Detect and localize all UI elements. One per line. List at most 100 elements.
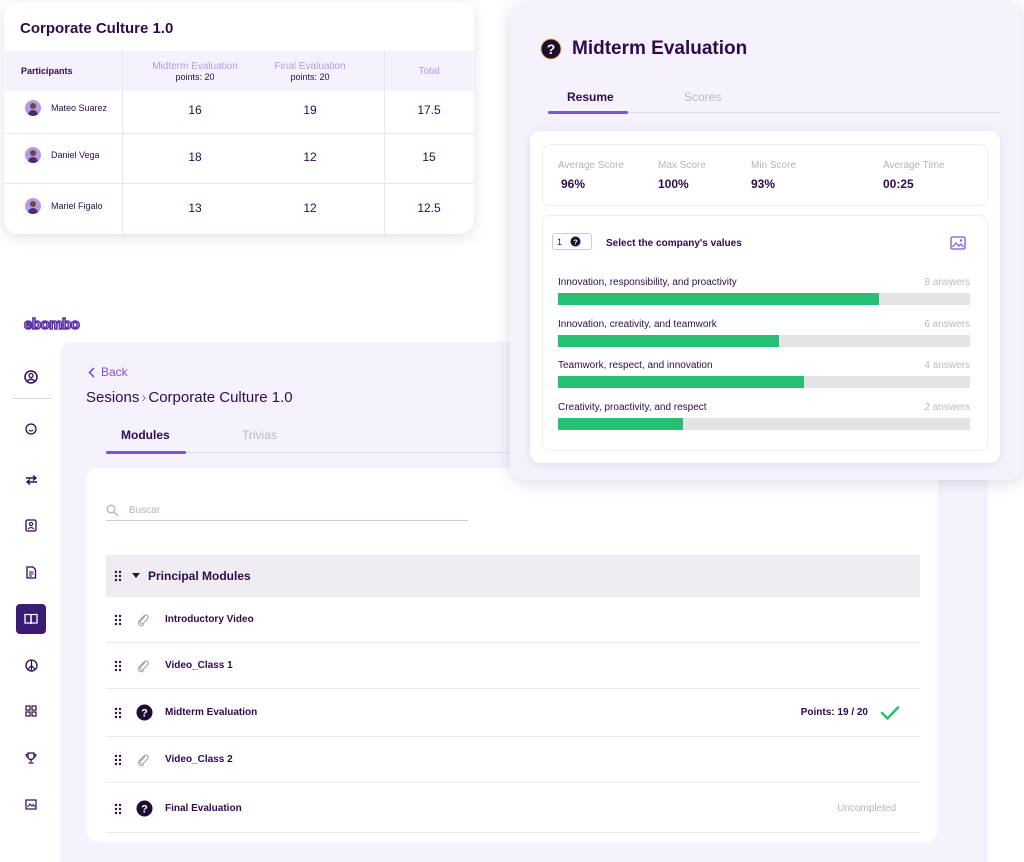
final-column-header[interactable]: Final Evaluation points: 20 bbox=[248, 51, 372, 91]
question-icon: ? bbox=[136, 704, 153, 721]
image-icon[interactable] bbox=[950, 236, 966, 250]
participants-header: Participants bbox=[21, 66, 73, 76]
answer-count: 6 answers bbox=[924, 319, 970, 330]
answer-progress-fill bbox=[558, 335, 780, 347]
module-points: Points: 19 / 20 bbox=[800, 707, 868, 718]
stat-average-score: Average Score 96% bbox=[558, 160, 624, 191]
trophy-icon[interactable] bbox=[16, 743, 46, 773]
module-status: Uncompleted bbox=[837, 803, 896, 814]
avatar bbox=[25, 198, 41, 214]
midterm-score: 18 bbox=[188, 150, 202, 164]
answer-progress-bar bbox=[558, 376, 970, 388]
module-group-header[interactable]: Principal Modules bbox=[106, 555, 920, 597]
ebombo-logo[interactable]: ebombo bbox=[23, 315, 80, 334]
midterm-score: 16 bbox=[188, 103, 202, 117]
book-icon[interactable] bbox=[16, 604, 46, 634]
question-icon: ? bbox=[570, 236, 581, 247]
svg-text:?: ? bbox=[547, 41, 556, 57]
breadcrumb-separator: › bbox=[141, 389, 147, 406]
results-table-card: Corporate Culture 1.0 Participants Midte… bbox=[4, 2, 474, 234]
breadcrumb-parent[interactable]: Sesions bbox=[86, 389, 139, 406]
question-number: 1 bbox=[557, 236, 563, 247]
answer-count: 2 answers bbox=[924, 402, 970, 413]
total-score: 15 bbox=[422, 150, 436, 164]
row-divider bbox=[4, 183, 474, 184]
evaluation-title: Midterm Evaluation bbox=[572, 38, 748, 59]
table-row-participant[interactable]: Mateo Suarez bbox=[25, 100, 107, 116]
search-field[interactable]: Buscar bbox=[106, 501, 468, 521]
breadcrumb-current: Corporate Culture 1.0 bbox=[148, 389, 293, 406]
answer-label: Innovation, responsibility, and proactiv… bbox=[558, 277, 737, 288]
paperclip-icon bbox=[137, 753, 149, 766]
tab-resume[interactable]: Resume bbox=[567, 90, 614, 104]
paperclip-icon bbox=[137, 613, 149, 626]
table-row-participant[interactable]: Daniel Vega bbox=[25, 147, 100, 163]
list-item[interactable]: ? Midterm Evaluation Points: 19 / 20 bbox=[106, 689, 920, 737]
midterm-column-header[interactable]: Midterm Evaluation points: 20 bbox=[122, 51, 268, 91]
answer-option: Creativity, proactivity, and respect 2 an… bbox=[558, 402, 970, 430]
list-item[interactable]: Video_Class 2 bbox=[106, 737, 920, 783]
search-input[interactable]: Buscar bbox=[129, 505, 160, 516]
list-item[interactable]: Introductory Video bbox=[106, 597, 920, 643]
caret-down-icon[interactable] bbox=[132, 573, 140, 579]
avatar bbox=[25, 100, 41, 116]
grid-icon[interactable] bbox=[16, 696, 46, 726]
stat-value: 00:25 bbox=[883, 177, 914, 191]
total-header-label: Total bbox=[418, 65, 440, 77]
final-header-label: Final Evaluation bbox=[274, 60, 346, 72]
document-icon[interactable] bbox=[16, 557, 46, 587]
answer-progress-fill bbox=[558, 293, 880, 305]
peace-icon[interactable] bbox=[16, 650, 46, 680]
check-icon bbox=[880, 705, 900, 720]
module-group-label: Principal Modules bbox=[148, 569, 251, 583]
drag-handle-icon[interactable] bbox=[114, 570, 122, 582]
question-text: Select the company's values bbox=[606, 238, 742, 249]
back-button[interactable]: Back bbox=[88, 365, 128, 379]
evaluation-card: ? Midterm Evaluation Resume Scores Avera… bbox=[510, 2, 1022, 480]
module-title: Midterm Evaluation bbox=[165, 707, 258, 718]
contact-card-icon[interactable] bbox=[16, 510, 46, 540]
active-tab-indicator bbox=[548, 111, 628, 114]
paperclip-icon bbox=[137, 659, 149, 672]
search-icon bbox=[106, 504, 119, 517]
drag-handle-icon[interactable] bbox=[114, 660, 122, 672]
list-item[interactable]: Video_Class 1 bbox=[106, 643, 920, 689]
module-title: Video_Class 2 bbox=[165, 754, 233, 765]
table-row-participant[interactable]: Mariel Figalo bbox=[25, 198, 103, 214]
stat-label: Min Score bbox=[751, 160, 797, 171]
total-column-header[interactable]: Total bbox=[384, 51, 474, 91]
answer-option: Innovation, creativity, and teamwork 6 an… bbox=[558, 319, 970, 347]
drag-handle-icon[interactable] bbox=[114, 803, 122, 815]
answer-progress-bar bbox=[558, 335, 970, 347]
stat-average-time: Average Time 00:25 bbox=[883, 160, 945, 191]
drag-handle-icon[interactable] bbox=[114, 614, 122, 626]
drag-handle-icon[interactable] bbox=[114, 754, 122, 766]
stat-value: 100% bbox=[658, 177, 689, 191]
list-item[interactable]: ? Final Evaluation Uncompleted bbox=[106, 785, 920, 833]
answer-count: 4 answers bbox=[924, 360, 970, 371]
evaluation-header: ? Midterm Evaluation bbox=[540, 38, 747, 60]
drag-handle-icon[interactable] bbox=[114, 707, 122, 719]
question-icon: ? bbox=[136, 800, 153, 817]
user-circle-icon[interactable] bbox=[16, 362, 46, 392]
participant-name: Mateo Suarez bbox=[51, 103, 108, 113]
image-frame-icon[interactable] bbox=[16, 789, 46, 819]
results-table-title: Corporate Culture 1.0 bbox=[20, 20, 174, 37]
smiley-icon[interactable] bbox=[16, 414, 46, 444]
transfer-icon[interactable] bbox=[16, 465, 46, 495]
module-title: Final Evaluation bbox=[165, 803, 242, 814]
answer-label: Innovation, creativity, and teamwork bbox=[558, 319, 717, 330]
final-score: 12 bbox=[303, 201, 317, 215]
sidebar-divider bbox=[12, 398, 52, 399]
svg-text:?: ? bbox=[141, 803, 148, 815]
participant-name: Mariel Figalo bbox=[51, 201, 103, 211]
answer-label: Creativity, proactivity, and respect bbox=[558, 402, 707, 413]
tab-modules[interactable]: Modules bbox=[121, 428, 170, 442]
participant-name: Daniel Vega bbox=[51, 150, 100, 160]
module-title: Video_Class 1 bbox=[165, 660, 233, 671]
final-score: 19 bbox=[303, 103, 317, 117]
tab-scores[interactable]: Scores bbox=[684, 90, 721, 104]
stat-min-score: Min Score 93% bbox=[751, 160, 796, 191]
module-title: Introductory Video bbox=[165, 614, 254, 625]
tab-trivias[interactable]: Trivias bbox=[242, 428, 277, 442]
